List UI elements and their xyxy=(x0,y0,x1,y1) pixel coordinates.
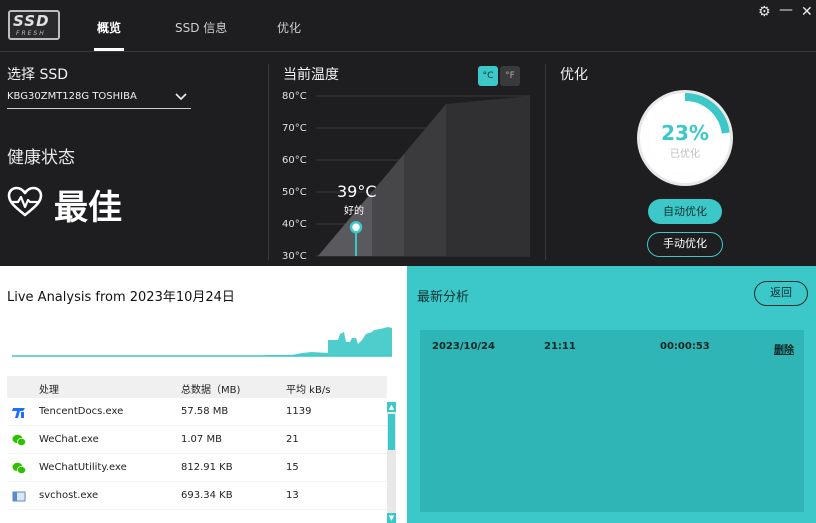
health-status-value: 最佳 xyxy=(54,188,122,228)
tab-optimize[interactable]: 优化 xyxy=(277,19,301,36)
table-row[interactable]: WeChat.exe 1.07 MB 21 xyxy=(7,426,387,454)
fahrenheit-toggle[interactable]: °F xyxy=(500,66,520,86)
list-item[interactable]: 2023/10/24 21:11 00:00:53 删除 xyxy=(420,330,804,360)
scroll-up-arrow-icon[interactable]: ▲ xyxy=(387,402,396,412)
delete-link[interactable]: 删除 xyxy=(774,341,794,356)
process-total: 1.07 MB xyxy=(181,434,222,445)
process-name: TencentDocs.exe xyxy=(39,406,124,417)
process-name: WeChat.exe xyxy=(39,434,99,445)
chevron-down-icon xyxy=(175,93,187,101)
temperature-gauge: 80°C 70°C 60°C 50°C 40°C 30°C xyxy=(282,91,530,262)
back-button[interactable]: 返回 xyxy=(754,281,808,306)
process-avg: 15 xyxy=(286,462,299,473)
temperature-marker xyxy=(349,220,363,234)
health-status-label: 健康状态 xyxy=(7,148,75,168)
temperature-title: 当前温度 xyxy=(283,67,339,83)
gauge-tick-label: 80°C xyxy=(282,91,307,102)
close-icon[interactable]: ✕ xyxy=(801,4,813,20)
minimize-icon[interactable]: — xyxy=(779,2,793,18)
process-table-header: 处理 总数据（MB) 平均 kB/s xyxy=(7,376,387,398)
gauge-tick-label: 60°C xyxy=(282,155,307,166)
table-row[interactable]: TencentDocs.exe 57.58 MB 1139 xyxy=(7,398,387,426)
optimized-label: 已优化 xyxy=(670,149,700,160)
process-avg: 1139 xyxy=(286,406,312,417)
analysis-time: 21:11 xyxy=(544,341,576,352)
tab-overview[interactable]: 概览 xyxy=(97,19,121,36)
temperature-value: 39°C xyxy=(337,182,377,201)
live-analysis-title: Live Analysis from 2023年10月24日 xyxy=(7,290,235,305)
table-row[interactable]: svchost.exe 693.34 KB 13 xyxy=(7,482,387,510)
selected-drive-text: KBG30ZMT128G TOSHIBA xyxy=(7,91,137,102)
process-avg: 21 xyxy=(286,434,299,445)
activity-area xyxy=(12,327,392,356)
gauge-tick-label: 50°C xyxy=(282,187,307,198)
table-row[interactable]: WeChatUtility.exe 812.91 KB 15 xyxy=(7,454,387,482)
gauge-segment-critical xyxy=(446,96,530,256)
process-table-scrollbar[interactable]: ▲ ▼ xyxy=(387,402,396,523)
heartbeat-icon xyxy=(7,186,43,217)
wechat-icon xyxy=(12,434,26,446)
temperature-status: 好的 xyxy=(344,206,364,217)
ssd-fresh-window: SSD FRESH 概览 SSD 信息 优化 ⚙ — ✕ 选择 SSD KBG3… xyxy=(0,0,816,523)
column-avg-speed[interactable]: 平均 kB/s xyxy=(286,381,330,396)
panel-divider xyxy=(268,64,269,260)
manual-optimize-button[interactable]: 手动优化 xyxy=(647,232,723,257)
ssd-dropdown[interactable]: KBG30ZMT128G TOSHIBA xyxy=(7,91,191,109)
tencent-docs-icon xyxy=(12,408,25,418)
process-total: 693.34 KB xyxy=(181,490,233,501)
column-process[interactable]: 处理 xyxy=(39,381,59,396)
process-total: 57.58 MB xyxy=(181,406,229,417)
gauge-tick-label: 40°C xyxy=(282,219,307,230)
live-activity-chart xyxy=(12,327,392,357)
scrollbar-thumb[interactable] xyxy=(388,414,395,450)
gauge-tick-label: 30°C xyxy=(282,251,307,262)
gauge-tick-label: 70°C xyxy=(282,123,307,134)
process-table: 处理 总数据（MB) 平均 kB/s TencentDocs.exe 57.58… xyxy=(7,376,387,510)
tab-ssd-info[interactable]: SSD 信息 xyxy=(175,19,227,36)
process-total: 812.91 KB xyxy=(181,462,233,473)
title-bar: SSD FRESH 概览 SSD 信息 优化 ⚙ — ✕ xyxy=(0,0,816,52)
recent-analysis-title: 最新分析 xyxy=(417,290,470,305)
analysis-duration: 00:00:53 xyxy=(660,341,710,352)
app-logo: SSD FRESH xyxy=(8,10,60,40)
process-name: WeChatUtility.exe xyxy=(39,462,127,473)
process-avg: 13 xyxy=(286,490,299,501)
logo-subtext: FRESH xyxy=(16,30,46,37)
wechat-icon xyxy=(12,462,26,474)
analysis-date: 2023/10/24 xyxy=(432,341,495,352)
live-analysis-panel: Live Analysis from 2023年10月24日 处理 总数据（MB… xyxy=(0,266,407,523)
column-total-data[interactable]: 总数据（MB) xyxy=(181,381,240,396)
overview-panel: SSD FRESH 概览 SSD 信息 优化 ⚙ — ✕ 选择 SSD KBG3… xyxy=(0,0,816,266)
celsius-toggle[interactable]: °C xyxy=(478,66,498,86)
logo-text: SSD xyxy=(13,12,50,30)
scroll-down-arrow-icon[interactable]: ▼ xyxy=(387,513,396,523)
optimize-title: 优化 xyxy=(560,67,588,83)
process-name: svchost.exe xyxy=(39,490,99,501)
auto-optimize-button[interactable]: 自动优化 xyxy=(648,199,722,224)
svchost-icon xyxy=(12,491,26,502)
optimized-percent: 23% xyxy=(661,121,709,145)
active-tab-indicator xyxy=(94,48,124,51)
recent-analysis-list: 2023/10/24 21:11 00:00:53 删除 xyxy=(420,330,804,512)
gauge-segment-hot xyxy=(404,104,446,256)
recent-analysis-panel: 最新分析 返回 2023/10/24 21:11 00:00:53 删除 xyxy=(407,266,816,523)
panel-divider xyxy=(545,64,546,260)
gauge-segment-warm xyxy=(372,154,404,256)
settings-gear-icon[interactable]: ⚙ xyxy=(758,4,771,20)
select-ssd-label: 选择 SSD xyxy=(7,67,69,83)
